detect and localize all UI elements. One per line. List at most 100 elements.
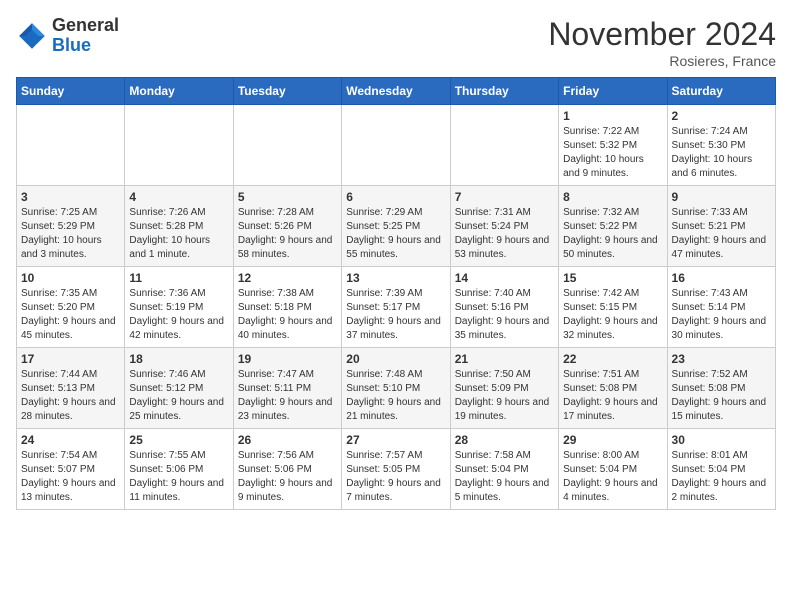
calendar-cell xyxy=(125,105,233,186)
day-info: Sunrise: 7:29 AM Sunset: 5:25 PM Dayligh… xyxy=(346,206,445,262)
weekday-header-saturday: Saturday xyxy=(667,78,775,105)
day-info: Sunrise: 7:40 AM Sunset: 5:16 PM Dayligh… xyxy=(455,287,554,343)
day-number: 25 xyxy=(129,433,228,447)
day-info: Sunrise: 7:38 AM Sunset: 5:18 PM Dayligh… xyxy=(238,287,337,343)
day-number: 9 xyxy=(672,190,771,204)
calendar-cell: 21Sunrise: 7:50 AM Sunset: 5:09 PM Dayli… xyxy=(450,348,558,429)
day-info: Sunrise: 7:56 AM Sunset: 5:06 PM Dayligh… xyxy=(238,449,337,505)
day-info: Sunrise: 7:22 AM Sunset: 5:32 PM Dayligh… xyxy=(563,125,662,181)
day-number: 3 xyxy=(21,190,120,204)
day-number: 7 xyxy=(455,190,554,204)
day-info: Sunrise: 7:35 AM Sunset: 5:20 PM Dayligh… xyxy=(21,287,120,343)
calendar-week-3: 17 Sunrise: 7:44 AM Sunset: 5:13 PM Dayli… xyxy=(17,348,776,429)
calendar-cell xyxy=(450,105,558,186)
day-number: 10 xyxy=(21,271,120,285)
calendar-cell xyxy=(233,105,341,186)
calendar-cell: 8Sunrise: 7:32 AM Sunset: 5:22 PM Daylig… xyxy=(559,186,667,267)
calendar-cell: 19Sunrise: 7:47 AM Sunset: 5:11 PM Dayli… xyxy=(233,348,341,429)
title-block: November 2024 Rosieres, France xyxy=(548,16,776,69)
calendar-cell: 6 Sunrise: 7:29 AM Sunset: 5:25 PM Daylig… xyxy=(342,186,450,267)
day-number: 30 xyxy=(672,433,771,447)
page-header: General Blue November 2024 Rosieres, Fra… xyxy=(16,16,776,69)
calendar-cell: 15 Sunrise: 7:42 AM Sunset: 5:15 PM Dayli… xyxy=(559,267,667,348)
calendar-body: 1Sunrise: 7:22 AM Sunset: 5:32 PM Daylig… xyxy=(17,105,776,510)
day-number: 6 xyxy=(346,190,445,204)
day-number: 22 xyxy=(563,352,662,366)
day-info: Sunrise: 7:33 AM Sunset: 5:21 PM Dayligh… xyxy=(672,206,771,262)
location-subtitle: Rosieres, France xyxy=(548,53,776,69)
calendar-cell: 10 Sunrise: 7:35 AM Sunset: 5:20 PM Dayli… xyxy=(17,267,125,348)
calendar-cell: 3 Sunrise: 7:25 AM Sunset: 5:29 PM Daylig… xyxy=(17,186,125,267)
day-info: Sunrise: 7:24 AM Sunset: 5:30 PM Dayligh… xyxy=(672,125,771,181)
month-title: November 2024 xyxy=(548,16,776,53)
calendar-week-2: 10 Sunrise: 7:35 AM Sunset: 5:20 PM Dayli… xyxy=(17,267,776,348)
day-number: 18 xyxy=(129,352,228,366)
calendar-cell xyxy=(342,105,450,186)
calendar-cell: 17 Sunrise: 7:44 AM Sunset: 5:13 PM Dayli… xyxy=(17,348,125,429)
calendar-cell: 18 Sunrise: 7:46 AM Sunset: 5:12 PM Dayli… xyxy=(125,348,233,429)
day-info: Sunrise: 8:01 AM Sunset: 5:04 PM Dayligh… xyxy=(672,449,771,505)
day-info: Sunrise: 7:25 AM Sunset: 5:29 PM Dayligh… xyxy=(21,206,120,262)
day-info: Sunrise: 7:44 AM Sunset: 5:13 PM Dayligh… xyxy=(21,368,120,424)
day-info: Sunrise: 7:46 AM Sunset: 5:12 PM Dayligh… xyxy=(129,368,228,424)
day-info: Sunrise: 7:26 AM Sunset: 5:28 PM Dayligh… xyxy=(129,206,228,262)
calendar-cell: 29 Sunrise: 8:00 AM Sunset: 5:04 PM Dayli… xyxy=(559,429,667,510)
calendar-week-4: 24Sunrise: 7:54 AM Sunset: 5:07 PM Dayli… xyxy=(17,429,776,510)
calendar-cell: 26 Sunrise: 7:56 AM Sunset: 5:06 PM Dayli… xyxy=(233,429,341,510)
calendar-cell: 2 Sunrise: 7:24 AM Sunset: 5:30 PM Daylig… xyxy=(667,105,775,186)
day-info: Sunrise: 7:57 AM Sunset: 5:05 PM Dayligh… xyxy=(346,449,445,505)
calendar-cell: 13Sunrise: 7:39 AM Sunset: 5:17 PM Dayli… xyxy=(342,267,450,348)
calendar-cell: 28Sunrise: 7:58 AM Sunset: 5:04 PM Dayli… xyxy=(450,429,558,510)
day-info: Sunrise: 7:42 AM Sunset: 5:15 PM Dayligh… xyxy=(563,287,662,343)
day-number: 27 xyxy=(346,433,445,447)
weekday-header-friday: Friday xyxy=(559,78,667,105)
day-number: 8 xyxy=(563,190,662,204)
weekday-header-row: SundayMondayTuesdayWednesdayThursdayFrid… xyxy=(17,78,776,105)
day-info: Sunrise: 7:51 AM Sunset: 5:08 PM Dayligh… xyxy=(563,368,662,424)
day-info: Sunrise: 7:31 AM Sunset: 5:24 PM Dayligh… xyxy=(455,206,554,262)
day-number: 14 xyxy=(455,271,554,285)
day-info: Sunrise: 7:36 AM Sunset: 5:19 PM Dayligh… xyxy=(129,287,228,343)
day-number: 19 xyxy=(238,352,337,366)
day-number: 26 xyxy=(238,433,337,447)
day-info: Sunrise: 7:50 AM Sunset: 5:09 PM Dayligh… xyxy=(455,368,554,424)
weekday-header-sunday: Sunday xyxy=(17,78,125,105)
calendar-cell: 9 Sunrise: 7:33 AM Sunset: 5:21 PM Daylig… xyxy=(667,186,775,267)
calendar-cell: 25 Sunrise: 7:55 AM Sunset: 5:06 PM Dayli… xyxy=(125,429,233,510)
day-number: 23 xyxy=(672,352,771,366)
calendar-cell: 5 Sunrise: 7:28 AM Sunset: 5:26 PM Daylig… xyxy=(233,186,341,267)
weekday-header-thursday: Thursday xyxy=(450,78,558,105)
logo-icon xyxy=(16,20,48,52)
weekday-header-tuesday: Tuesday xyxy=(233,78,341,105)
day-number: 11 xyxy=(129,271,228,285)
logo-blue: Blue xyxy=(52,35,91,55)
calendar-week-1: 3 Sunrise: 7:25 AM Sunset: 5:29 PM Daylig… xyxy=(17,186,776,267)
day-number: 5 xyxy=(238,190,337,204)
calendar-cell: 30 Sunrise: 8:01 AM Sunset: 5:04 PM Dayli… xyxy=(667,429,775,510)
day-info: Sunrise: 7:43 AM Sunset: 5:14 PM Dayligh… xyxy=(672,287,771,343)
calendar-table: SundayMondayTuesdayWednesdayThursdayFrid… xyxy=(16,77,776,510)
day-info: Sunrise: 7:48 AM Sunset: 5:10 PM Dayligh… xyxy=(346,368,445,424)
day-info: Sunrise: 7:39 AM Sunset: 5:17 PM Dayligh… xyxy=(346,287,445,343)
day-number: 17 xyxy=(21,352,120,366)
day-number: 2 xyxy=(672,109,771,123)
calendar-cell: 12 Sunrise: 7:38 AM Sunset: 5:18 PM Dayli… xyxy=(233,267,341,348)
day-number: 29 xyxy=(563,433,662,447)
day-info: Sunrise: 7:28 AM Sunset: 5:26 PM Dayligh… xyxy=(238,206,337,262)
day-info: Sunrise: 8:00 AM Sunset: 5:04 PM Dayligh… xyxy=(563,449,662,505)
weekday-header-monday: Monday xyxy=(125,78,233,105)
calendar-cell: 22 Sunrise: 7:51 AM Sunset: 5:08 PM Dayli… xyxy=(559,348,667,429)
day-number: 12 xyxy=(238,271,337,285)
calendar-cell: 7 Sunrise: 7:31 AM Sunset: 5:24 PM Daylig… xyxy=(450,186,558,267)
day-number: 16 xyxy=(672,271,771,285)
calendar-cell: 23Sunrise: 7:52 AM Sunset: 5:08 PM Dayli… xyxy=(667,348,775,429)
calendar-cell: 1Sunrise: 7:22 AM Sunset: 5:32 PM Daylig… xyxy=(559,105,667,186)
logo-general: General xyxy=(52,15,119,35)
day-number: 4 xyxy=(129,190,228,204)
calendar-cell: 20Sunrise: 7:48 AM Sunset: 5:10 PM Dayli… xyxy=(342,348,450,429)
calendar-cell: 14 Sunrise: 7:40 AM Sunset: 5:16 PM Dayli… xyxy=(450,267,558,348)
day-number: 15 xyxy=(563,271,662,285)
logo-text: General Blue xyxy=(52,16,119,56)
day-info: Sunrise: 7:55 AM Sunset: 5:06 PM Dayligh… xyxy=(129,449,228,505)
calendar-cell: 16 Sunrise: 7:43 AM Sunset: 5:14 PM Dayli… xyxy=(667,267,775,348)
